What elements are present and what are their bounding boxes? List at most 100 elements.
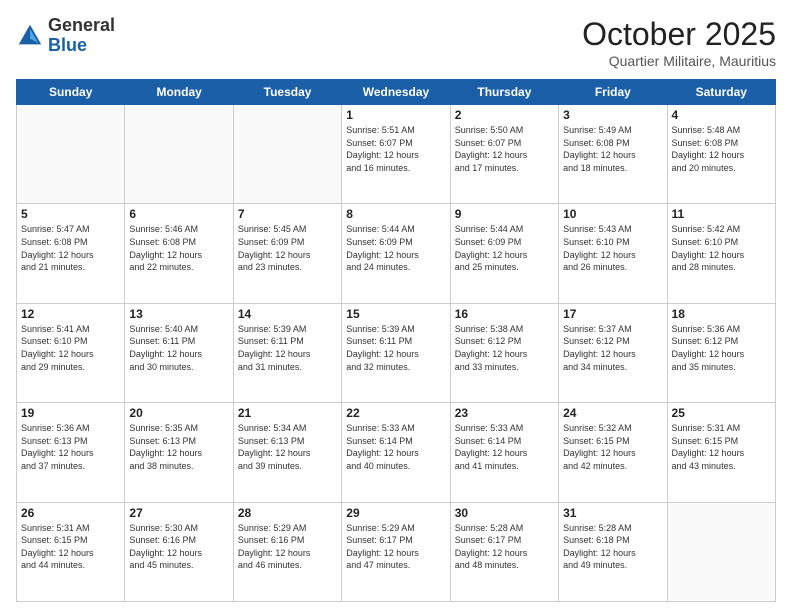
day-info: Sunrise: 5:28 AM Sunset: 6:18 PM Dayligh… bbox=[563, 522, 662, 572]
day-number: 29 bbox=[346, 506, 445, 520]
day-info: Sunrise: 5:31 AM Sunset: 6:15 PM Dayligh… bbox=[21, 522, 120, 572]
calendar-cell: 6 Sunrise: 5:46 AM Sunset: 6:08 PM Daylig… bbox=[125, 204, 233, 303]
calendar-cell: 31Sunrise: 5:28 AM Sunset: 6:18 PM Dayli… bbox=[559, 502, 667, 601]
calendar-cell: 11Sunrise: 5:42 AM Sunset: 6:10 PM Dayli… bbox=[667, 204, 775, 303]
calendar-cell: 29 Sunrise: 5:29 AM Sunset: 6:17 PM Dayli… bbox=[342, 502, 450, 601]
logo-general: General bbox=[48, 15, 115, 35]
day-info: Sunrise: 5:31 AM Sunset: 6:15 PM Dayligh… bbox=[672, 422, 771, 472]
day-info: Sunrise: 5:28 AM Sunset: 6:17 PM Dayligh… bbox=[455, 522, 554, 572]
location-subtitle: Quartier Militaire, Mauritius bbox=[582, 53, 776, 69]
calendar-week-1: 5 Sunrise: 5:47 AM Sunset: 6:08 PM Daylig… bbox=[17, 204, 776, 303]
calendar-cell: 1 Sunrise: 5:51 AM Sunset: 6:07 PM Daylig… bbox=[342, 105, 450, 204]
day-number: 28 bbox=[238, 506, 337, 520]
calendar-cell: 28 Sunrise: 5:29 AM Sunset: 6:16 PM Dayli… bbox=[233, 502, 341, 601]
day-number: 20 bbox=[129, 406, 228, 420]
day-info: Sunrise: 5:50 AM Sunset: 6:07 PM Dayligh… bbox=[455, 124, 554, 174]
calendar-header-friday: Friday bbox=[559, 80, 667, 105]
day-info: Sunrise: 5:44 AM Sunset: 6:09 PM Dayligh… bbox=[346, 223, 445, 273]
day-info: Sunrise: 5:37 AM Sunset: 6:12 PM Dayligh… bbox=[563, 323, 662, 373]
day-info: Sunrise: 5:38 AM Sunset: 6:12 PM Dayligh… bbox=[455, 323, 554, 373]
calendar-cell: 22Sunrise: 5:33 AM Sunset: 6:14 PM Dayli… bbox=[342, 403, 450, 502]
day-info: Sunrise: 5:33 AM Sunset: 6:14 PM Dayligh… bbox=[346, 422, 445, 472]
calendar-cell: 26 Sunrise: 5:31 AM Sunset: 6:15 PM Dayli… bbox=[17, 502, 125, 601]
calendar-cell: 17 Sunrise: 5:37 AM Sunset: 6:12 PM Dayli… bbox=[559, 303, 667, 402]
calendar-cell: 14 Sunrise: 5:39 AM Sunset: 6:11 PM Dayli… bbox=[233, 303, 341, 402]
logo: General Blue bbox=[16, 16, 115, 56]
calendar-cell: 16Sunrise: 5:38 AM Sunset: 6:12 PM Dayli… bbox=[450, 303, 558, 402]
day-info: Sunrise: 5:40 AM Sunset: 6:11 PM Dayligh… bbox=[129, 323, 228, 373]
title-block: October 2025 Quartier Militaire, Mauriti… bbox=[582, 16, 776, 69]
day-number: 18 bbox=[672, 307, 771, 321]
calendar-cell: 18Sunrise: 5:36 AM Sunset: 6:12 PM Dayli… bbox=[667, 303, 775, 402]
day-info: Sunrise: 5:34 AM Sunset: 6:13 PM Dayligh… bbox=[238, 422, 337, 472]
day-info: Sunrise: 5:45 AM Sunset: 6:09 PM Dayligh… bbox=[238, 223, 337, 273]
calendar-cell: 20 Sunrise: 5:35 AM Sunset: 6:13 PM Dayli… bbox=[125, 403, 233, 502]
day-number: 17 bbox=[563, 307, 662, 321]
day-info: Sunrise: 5:33 AM Sunset: 6:14 PM Dayligh… bbox=[455, 422, 554, 472]
day-info: Sunrise: 5:39 AM Sunset: 6:11 PM Dayligh… bbox=[238, 323, 337, 373]
day-number: 14 bbox=[238, 307, 337, 321]
calendar-cell bbox=[233, 105, 341, 204]
calendar-cell: 7 Sunrise: 5:45 AM Sunset: 6:09 PM Daylig… bbox=[233, 204, 341, 303]
page: General Blue October 2025 Quartier Milit… bbox=[0, 0, 792, 612]
day-number: 8 bbox=[346, 207, 445, 221]
calendar-cell: 21Sunrise: 5:34 AM Sunset: 6:13 PM Dayli… bbox=[233, 403, 341, 502]
calendar-header-row: SundayMondayTuesdayWednesdayThursdayFrid… bbox=[17, 80, 776, 105]
calendar-header-monday: Monday bbox=[125, 80, 233, 105]
day-info: Sunrise: 5:51 AM Sunset: 6:07 PM Dayligh… bbox=[346, 124, 445, 174]
day-info: Sunrise: 5:44 AM Sunset: 6:09 PM Dayligh… bbox=[455, 223, 554, 273]
day-info: Sunrise: 5:39 AM Sunset: 6:11 PM Dayligh… bbox=[346, 323, 445, 373]
calendar-cell: 13 Sunrise: 5:40 AM Sunset: 6:11 PM Dayli… bbox=[125, 303, 233, 402]
calendar-cell bbox=[667, 502, 775, 601]
logo-blue: Blue bbox=[48, 35, 87, 55]
calendar-cell: 30Sunrise: 5:28 AM Sunset: 6:17 PM Dayli… bbox=[450, 502, 558, 601]
day-info: Sunrise: 5:48 AM Sunset: 6:08 PM Dayligh… bbox=[672, 124, 771, 174]
day-number: 27 bbox=[129, 506, 228, 520]
calendar-cell: 12Sunrise: 5:41 AM Sunset: 6:10 PM Dayli… bbox=[17, 303, 125, 402]
day-number: 12 bbox=[21, 307, 120, 321]
day-number: 25 bbox=[672, 406, 771, 420]
calendar-cell: 27 Sunrise: 5:30 AM Sunset: 6:16 PM Dayli… bbox=[125, 502, 233, 601]
calendar-cell: 5 Sunrise: 5:47 AM Sunset: 6:08 PM Daylig… bbox=[17, 204, 125, 303]
calendar-cell: 23Sunrise: 5:33 AM Sunset: 6:14 PM Dayli… bbox=[450, 403, 558, 502]
calendar-cell bbox=[17, 105, 125, 204]
calendar-cell: 19 Sunrise: 5:36 AM Sunset: 6:13 PM Dayli… bbox=[17, 403, 125, 502]
day-info: Sunrise: 5:46 AM Sunset: 6:08 PM Dayligh… bbox=[129, 223, 228, 273]
header: General Blue October 2025 Quartier Milit… bbox=[16, 16, 776, 69]
day-number: 13 bbox=[129, 307, 228, 321]
calendar-header-saturday: Saturday bbox=[667, 80, 775, 105]
day-info: Sunrise: 5:29 AM Sunset: 6:17 PM Dayligh… bbox=[346, 522, 445, 572]
calendar-cell: 3 Sunrise: 5:49 AM Sunset: 6:08 PM Daylig… bbox=[559, 105, 667, 204]
calendar-week-0: 1 Sunrise: 5:51 AM Sunset: 6:07 PM Daylig… bbox=[17, 105, 776, 204]
day-info: Sunrise: 5:49 AM Sunset: 6:08 PM Dayligh… bbox=[563, 124, 662, 174]
calendar-cell: 4 Sunrise: 5:48 AM Sunset: 6:08 PM Daylig… bbox=[667, 105, 775, 204]
calendar-week-4: 26 Sunrise: 5:31 AM Sunset: 6:15 PM Dayli… bbox=[17, 502, 776, 601]
calendar-cell: 9 Sunrise: 5:44 AM Sunset: 6:09 PM Daylig… bbox=[450, 204, 558, 303]
day-info: Sunrise: 5:35 AM Sunset: 6:13 PM Dayligh… bbox=[129, 422, 228, 472]
day-number: 10 bbox=[563, 207, 662, 221]
day-number: 19 bbox=[21, 406, 120, 420]
day-info: Sunrise: 5:32 AM Sunset: 6:15 PM Dayligh… bbox=[563, 422, 662, 472]
day-info: Sunrise: 5:43 AM Sunset: 6:10 PM Dayligh… bbox=[563, 223, 662, 273]
day-number: 6 bbox=[129, 207, 228, 221]
day-info: Sunrise: 5:47 AM Sunset: 6:08 PM Dayligh… bbox=[21, 223, 120, 273]
calendar-cell: 15 Sunrise: 5:39 AM Sunset: 6:11 PM Dayli… bbox=[342, 303, 450, 402]
calendar-header-sunday: Sunday bbox=[17, 80, 125, 105]
day-number: 15 bbox=[346, 307, 445, 321]
day-number: 2 bbox=[455, 108, 554, 122]
calendar-header-wednesday: Wednesday bbox=[342, 80, 450, 105]
day-info: Sunrise: 5:29 AM Sunset: 6:16 PM Dayligh… bbox=[238, 522, 337, 572]
day-number: 1 bbox=[346, 108, 445, 122]
day-number: 26 bbox=[21, 506, 120, 520]
day-number: 11 bbox=[672, 207, 771, 221]
month-title: October 2025 bbox=[582, 16, 776, 53]
day-number: 7 bbox=[238, 207, 337, 221]
day-number: 3 bbox=[563, 108, 662, 122]
day-info: Sunrise: 5:30 AM Sunset: 6:16 PM Dayligh… bbox=[129, 522, 228, 572]
calendar-week-3: 19 Sunrise: 5:36 AM Sunset: 6:13 PM Dayli… bbox=[17, 403, 776, 502]
calendar-table: SundayMondayTuesdayWednesdayThursdayFrid… bbox=[16, 79, 776, 602]
day-info: Sunrise: 5:36 AM Sunset: 6:13 PM Dayligh… bbox=[21, 422, 120, 472]
day-number: 9 bbox=[455, 207, 554, 221]
day-number: 5 bbox=[21, 207, 120, 221]
day-number: 4 bbox=[672, 108, 771, 122]
